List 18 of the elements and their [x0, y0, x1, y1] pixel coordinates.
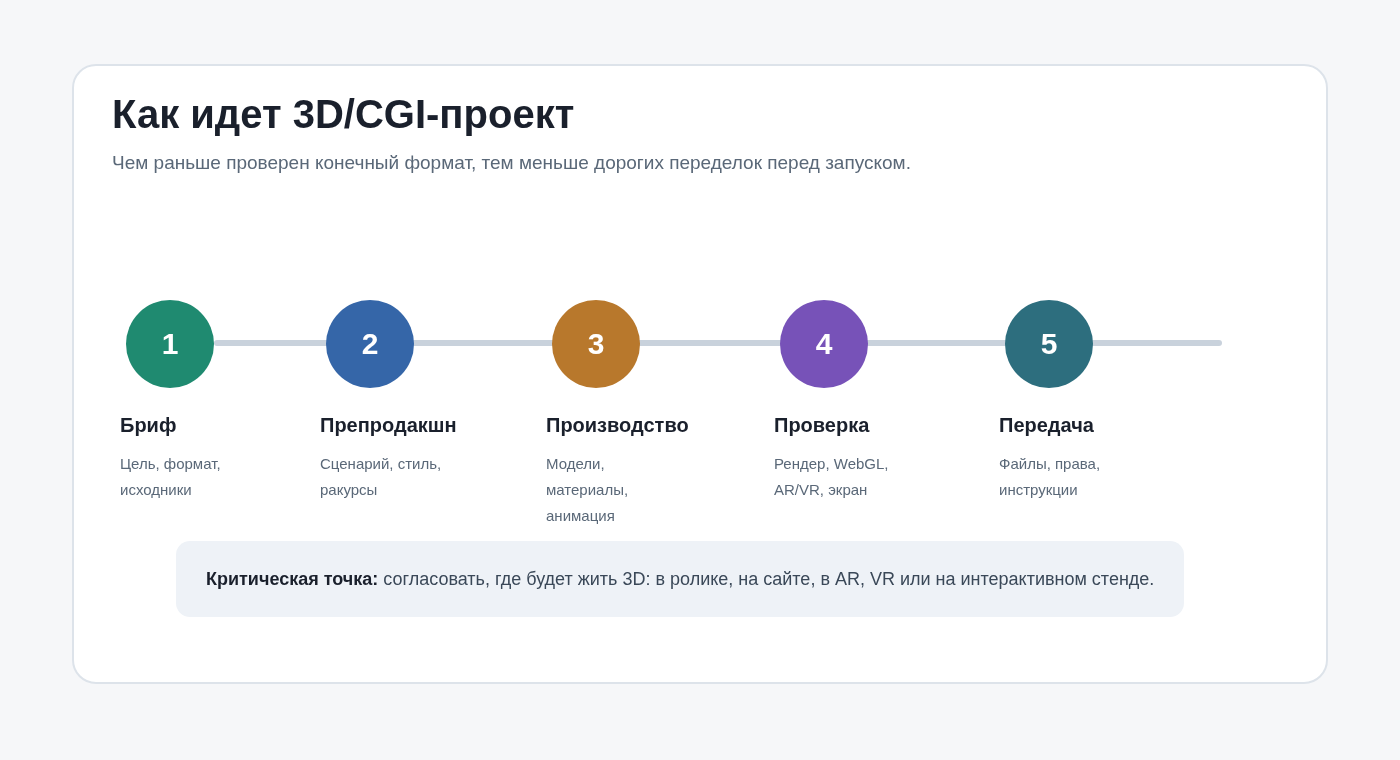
subtitle: Чем раньше проверен конечный формат, тем меньше дорогих переделок перед запуском.: [112, 152, 912, 174]
callout-note: Критическая точка: согласовать, где будет жить 3D: в ролике, на сайте, в AR, VR или на интерактивном стенде.: [176, 541, 1185, 617]
page-title: Как идет 3D/CGI-проект: [112, 91, 576, 138]
step-description: Рендер, WebGL, AR/VR, экран: [774, 454, 890, 500]
step-number: 3: [552, 300, 640, 388]
step-title: Передача: [999, 414, 1094, 437]
step-title: Проверка: [774, 414, 870, 437]
step-description: Цель, формат, исходники: [120, 454, 222, 500]
step-number: 2: [326, 300, 414, 388]
step-title: Бриф: [120, 414, 177, 437]
step-number: 1: [126, 300, 214, 388]
step-title: Производство: [546, 414, 689, 437]
step-description: Файлы, права, инструкции: [999, 454, 1102, 500]
step-description: Модели, материалы, анимация: [546, 454, 630, 526]
step-number: 4: [780, 300, 868, 388]
step-title: Препродакшн: [320, 414, 457, 437]
step-description: Сценарий, стиль, ракурсы: [320, 454, 443, 500]
step-number: 5: [1005, 300, 1093, 388]
